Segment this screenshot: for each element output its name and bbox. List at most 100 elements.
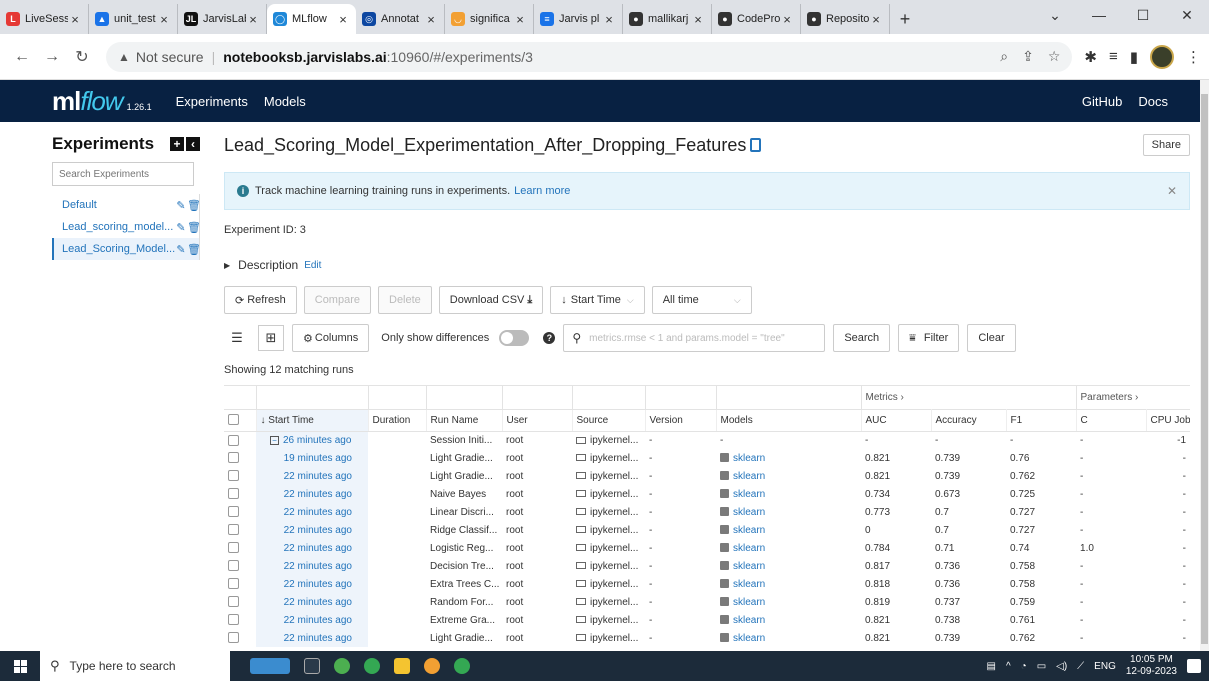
collapse-sidebar-icon[interactable]: ‹ — [186, 137, 200, 151]
sidebar-item-lead-scoring-model-active[interactable]: Lead_Scoring_Model... ✎ 🗑 — [52, 238, 201, 260]
header-c[interactable]: C — [1076, 408, 1147, 432]
row-checkbox[interactable] — [228, 470, 239, 482]
start-time-cell[interactable]: 22 minutes ago — [256, 521, 368, 539]
network-icon[interactable]: ◔ — [1021, 661, 1027, 672]
only-differences-toggle[interactable] — [499, 330, 530, 346]
row-checkbox[interactable] — [228, 542, 239, 554]
table-row[interactable]: −26 minutes ago Session Initi... root ipyke… — [224, 431, 1190, 449]
share-button[interactable]: Share — [1142, 134, 1190, 156]
source-cell[interactable]: ipykernel... — [572, 521, 645, 539]
header-f1[interactable]: F1 — [1006, 408, 1077, 432]
browser-tab[interactable]: ● mallikarj × — [623, 4, 712, 34]
zoom-icon[interactable]: ⌕ — [1000, 48, 1008, 65]
keyboard-icon[interactable]: ▤ — [986, 661, 995, 672]
start-time-link[interactable]: 22 minutes ago — [284, 507, 352, 518]
start-time-cell[interactable]: 22 minutes ago — [256, 539, 368, 557]
start-time-cell[interactable]: 22 minutes ago — [256, 629, 368, 647]
tab-close-icon[interactable]: × — [336, 12, 350, 27]
source-cell[interactable]: ipykernel... — [572, 611, 645, 629]
row-checkbox[interactable] — [228, 452, 239, 464]
row-checkbox[interactable] — [228, 506, 239, 518]
header-accuracy[interactable]: Accuracy — [931, 408, 1007, 432]
grid-view-icon[interactable]: ⊞ — [258, 325, 284, 351]
edit-pencil-icon[interactable]: ✎ — [175, 243, 187, 256]
run-name-cell[interactable]: Linear Discri... — [426, 503, 502, 521]
browser-tab[interactable]: ◡ significa × — [445, 4, 534, 34]
language-label[interactable]: ENG — [1094, 661, 1116, 672]
nav-models[interactable]: Models — [264, 94, 306, 109]
models-cell[interactable]: sklearn — [716, 593, 861, 611]
tab-close-icon[interactable]: × — [602, 12, 616, 27]
sidebar-item-default[interactable]: Default ✎ 🗑 — [52, 194, 201, 216]
table-row[interactable]: 22 minutes ago Random For... root ipykernel… — [224, 593, 1190, 611]
table-row[interactable]: 22 minutes ago Extreme Gra... root ipykerne… — [224, 611, 1190, 629]
start-time-cell[interactable]: 22 minutes ago — [256, 593, 368, 611]
learn-more-link[interactable]: Learn more — [514, 185, 570, 197]
chrome-profile-icon[interactable] — [364, 658, 380, 674]
header-source[interactable]: Source — [572, 408, 646, 432]
row-checkbox[interactable] — [228, 434, 239, 446]
select-all-checkbox[interactable] — [228, 414, 239, 426]
reload-icon[interactable]: ↻ — [68, 43, 96, 71]
models-cell[interactable]: sklearn — [716, 575, 861, 593]
start-time-link[interactable]: 22 minutes ago — [284, 471, 352, 482]
run-name-cell[interactable]: Ridge Classif... — [426, 521, 502, 539]
table-row[interactable]: 22 minutes ago Light Gradie... root ipykern… — [224, 467, 1190, 485]
source-cell[interactable]: ipykernel... — [572, 503, 645, 521]
row-checkbox[interactable] — [228, 632, 239, 644]
tab-close-icon[interactable]: × — [246, 12, 260, 27]
scrollbar-thumb[interactable] — [1201, 94, 1208, 644]
minimize-icon[interactable]: — — [1077, 0, 1121, 30]
tab-close-icon[interactable]: × — [513, 12, 527, 27]
volume-icon[interactable]: ◁) — [1056, 661, 1067, 672]
download-csv-button[interactable]: Download CSV ⤓ — [438, 286, 544, 314]
row-checkbox[interactable] — [228, 578, 239, 590]
file-explorer-icon[interactable] — [394, 658, 410, 674]
row-checkbox[interactable] — [228, 488, 239, 500]
jupyter-icon[interactable] — [424, 658, 440, 674]
compare-button[interactable]: Compare — [303, 286, 371, 314]
source-cell[interactable]: ipykernel... — [572, 485, 645, 503]
start-time-link[interactable]: 19 minutes ago — [284, 453, 352, 464]
start-time-link[interactable]: 22 minutes ago — [284, 525, 352, 536]
maximize-icon[interactable]: ☐ — [1121, 0, 1165, 30]
models-cell[interactable]: sklearn — [716, 557, 861, 575]
header-version[interactable]: Version — [645, 408, 717, 432]
models-cell[interactable]: sklearn — [716, 467, 861, 485]
models-cell[interactable]: sklearn — [716, 521, 861, 539]
edit-description-link[interactable]: Edit — [304, 260, 321, 271]
tab-close-icon[interactable]: × — [157, 12, 171, 27]
source-cell[interactable]: ipykernel... — [572, 431, 645, 449]
chevron-up-icon[interactable]: ^ — [1006, 661, 1011, 672]
reading-list-icon[interactable]: ≡ — [1109, 48, 1118, 65]
battery-icon[interactable]: ▭ — [1037, 661, 1046, 672]
row-checkbox[interactable] — [228, 596, 239, 608]
models-cell[interactable]: sklearn — [716, 449, 861, 467]
run-name-cell[interactable]: Extra Trees C... — [426, 575, 502, 593]
filter-button[interactable]: ⩸ Filter — [898, 324, 960, 352]
source-cell[interactable]: ipykernel... — [572, 539, 645, 557]
tab-close-icon[interactable]: × — [691, 12, 705, 27]
start-time-link[interactable]: 22 minutes ago — [284, 489, 352, 500]
start-time-cell[interactable]: −26 minutes ago — [256, 431, 368, 449]
help-icon[interactable]: ? — [543, 332, 556, 344]
source-cell[interactable]: ipykernel... — [572, 575, 645, 593]
table-row[interactable]: 22 minutes ago Logistic Reg... root ipykern… — [224, 539, 1190, 557]
source-cell[interactable]: ipykernel... — [572, 629, 645, 647]
close-banner-icon[interactable]: ✕ — [1167, 184, 1177, 198]
browser-tab[interactable]: L LiveSessi × — [0, 4, 89, 34]
url-input[interactable]: ▲ Not secure | notebooksb.jarvislabs.ai … — [106, 41, 1073, 72]
models-cell[interactable]: sklearn — [716, 611, 861, 629]
table-row[interactable]: 22 minutes ago Linear Discri... root ipyker… — [224, 503, 1190, 521]
table-row[interactable]: 22 minutes ago Extra Trees C... root ipyker… — [224, 575, 1190, 593]
nav-experiments[interactable]: Experiments — [176, 94, 248, 109]
description-toggle[interactable]: ▶ Description Edit — [224, 258, 1190, 272]
landscape-widget-icon[interactable] — [250, 658, 290, 674]
table-row[interactable]: 19 minutes ago Light Gradie... root ipykern… — [224, 449, 1190, 467]
start-time-link[interactable]: 22 minutes ago — [284, 579, 352, 590]
start-time-link[interactable]: 22 minutes ago — [284, 561, 352, 572]
runs-search-input[interactable]: ⚲ metrics.rmse < 1 and params.model = "t… — [563, 324, 826, 352]
parameters-group-header[interactable]: Parameters › — [1076, 386, 1190, 409]
trash-icon[interactable]: 🗑 — [187, 199, 201, 212]
start-time-cell[interactable]: 19 minutes ago — [256, 449, 368, 467]
